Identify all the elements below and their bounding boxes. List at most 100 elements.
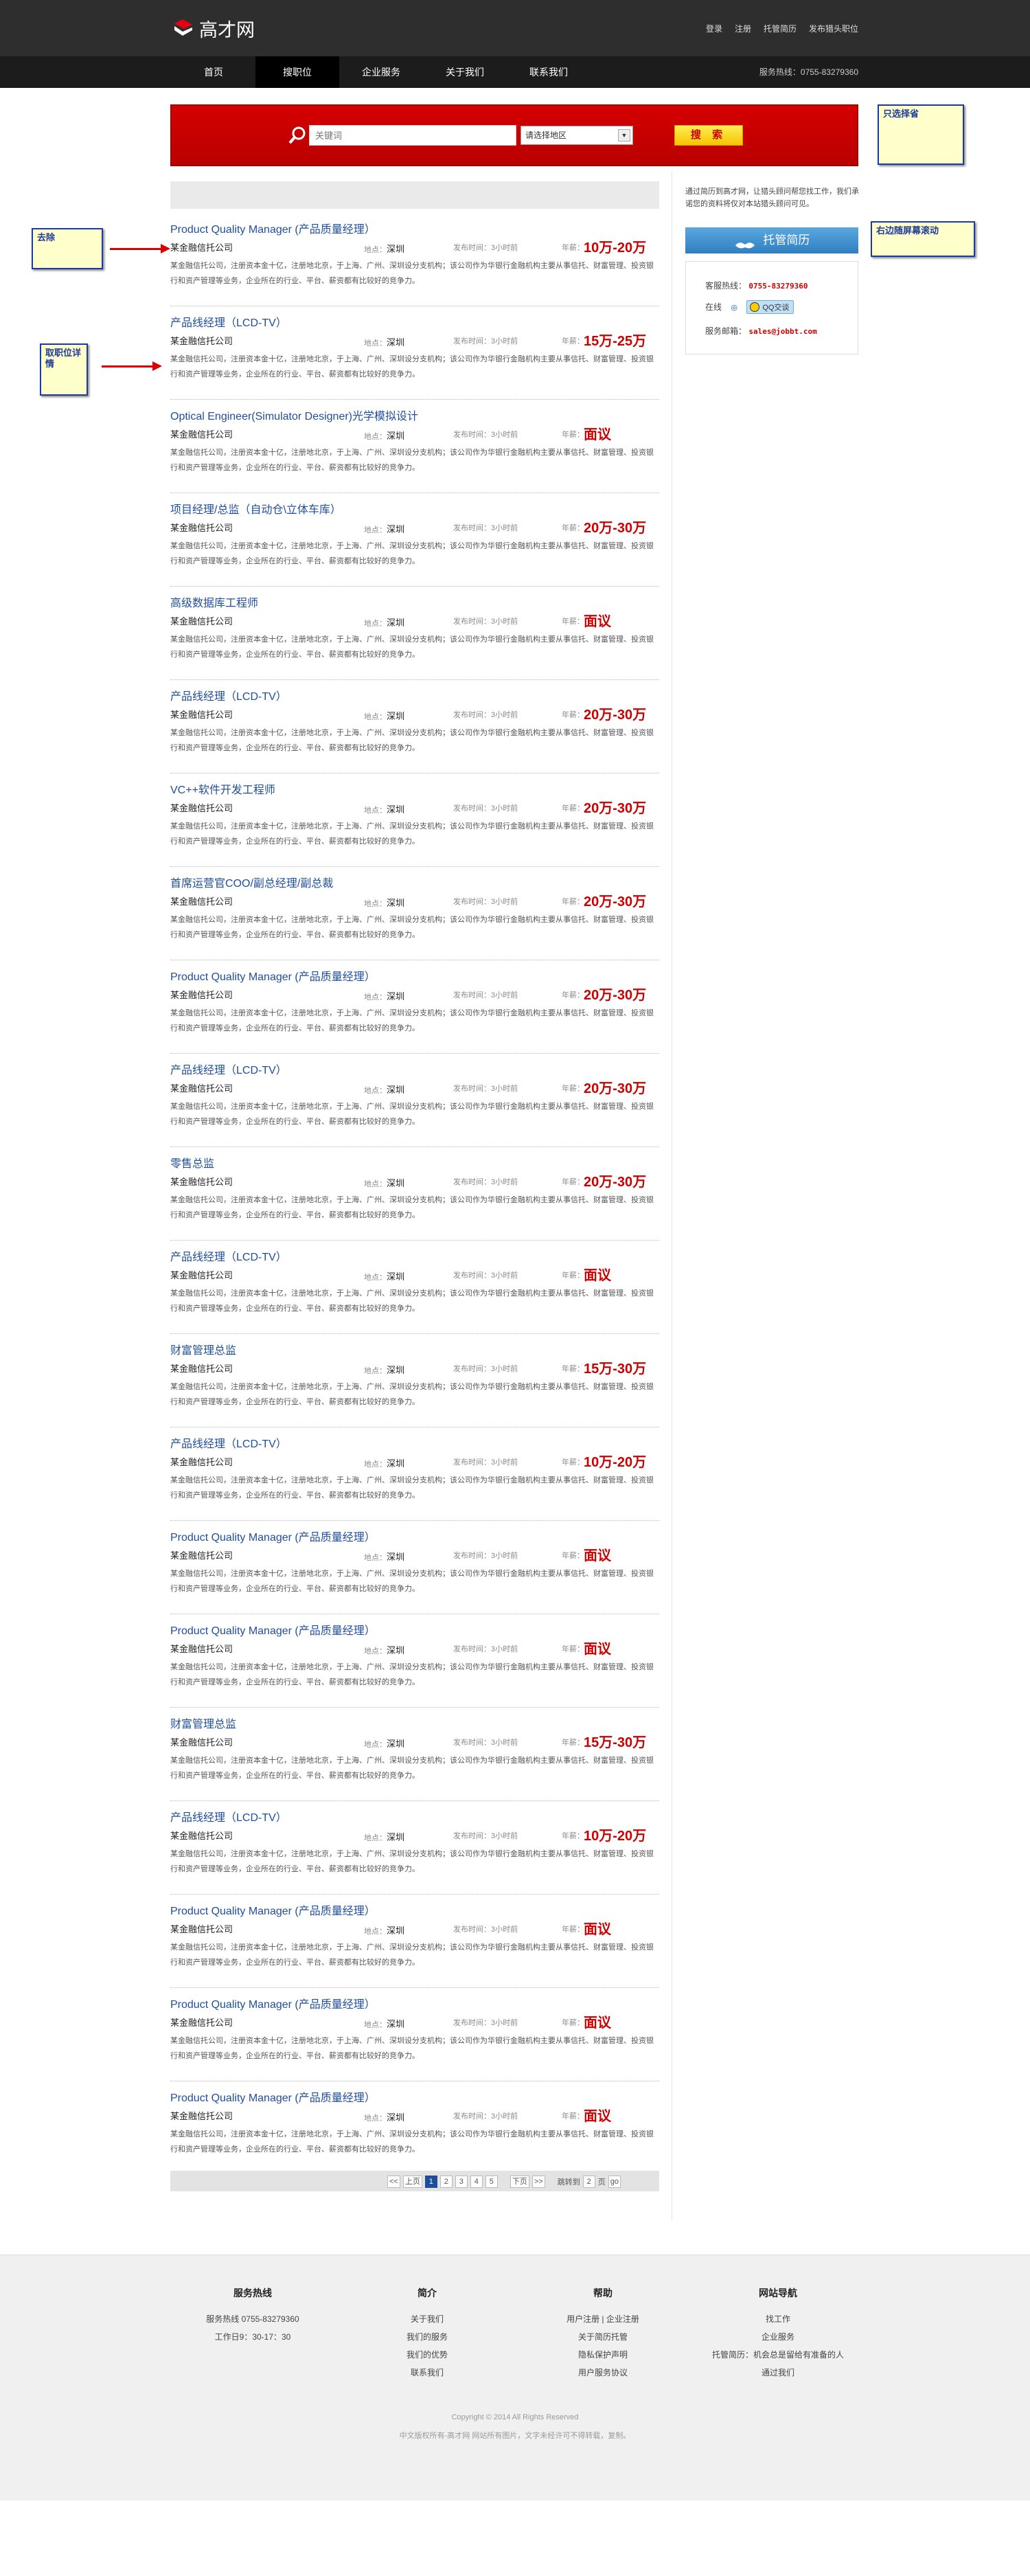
footer-link[interactable]: 托管简历：机会总是留给有准备的人 [687,2346,869,2364]
login-link[interactable]: 登录 [706,23,722,34]
nav-search-jobs[interactable]: 搜职位 [255,56,339,88]
job-location-value: 深圳 [387,1925,405,1936]
footer-col-help: 帮助 用户注册 | 企业注册 关于简历托管 隐私保护声明 用户服务协议 [534,2284,672,2382]
footer-link[interactable]: 我们的服务 [358,2328,496,2346]
pager-page-2[interactable]: 2 [439,2176,453,2188]
job-title-link[interactable]: Product Quality Manager (产品质量经理） [170,1621,376,1638]
nav-home[interactable]: 首页 [172,56,255,88]
site-logo[interactable]: 高才网 [172,16,255,41]
pager-page-5[interactable]: 5 [485,2176,498,2188]
job-title-link[interactable]: Product Quality Manager (产品质量经理） [170,1528,376,1544]
nav-contact[interactable]: 联系我们 [507,56,591,88]
job-salary-label: 年薪： [562,618,584,626]
search-banner: 请选择地区 ▼ 搜 索 [170,104,858,166]
pager-next[interactable]: 下页 [510,2176,529,2188]
footer-link[interactable]: 通过我们 [687,2364,869,2382]
footer-col-title: 简介 [417,2287,437,2298]
footer-link[interactable]: 我们的优势 [358,2346,496,2364]
entrust-resume-button[interactable]: 托管简历 [685,227,858,253]
job-title-link[interactable]: 财富管理总监 [170,1341,236,1357]
job-post-date: 发布时间：3小时前 [453,244,518,252]
job-title-link[interactable]: VC++软件开发工程师 [170,780,275,797]
arrow-job-detail [102,361,162,371]
footer-link[interactable]: 关于简历托管 [534,2328,672,2346]
job-title-link[interactable]: 产品线经理（LCD-TV） [170,1808,287,1824]
nav-enterprise[interactable]: 企业服务 [339,56,423,88]
job-company: 某金融信托公司 [170,523,233,533]
footer-link[interactable]: 用户服务协议 [534,2364,672,2382]
job-location: 地点：深圳 [364,242,404,255]
job-salary-label: 年薪： [562,524,584,532]
job-row: 高级数据库工程师 某金融信托公司 地点：深圳 发布时间：3小时前 年薪： 面议 某金融信托公… [170,587,659,680]
job-post-date: 发布时间：3小时前 [453,1085,518,1093]
qq-chat-button[interactable]: QQ交谈 [746,300,794,314]
job-title-link[interactable]: Product Quality Manager (产品质量经理） [170,220,376,236]
job-title-link[interactable]: 产品线经理（LCD-TV） [170,1434,287,1451]
job-title-link[interactable]: Optical Engineer(Simulator Designer)光学模拟… [170,407,418,423]
pager-go-button[interactable]: go [608,2176,621,2188]
handshake-icon [734,235,756,248]
footer-link[interactable]: 用户注册 | 企业注册 [534,2310,672,2328]
job-title-link[interactable]: 首席运营官COO/副总经理/副总裁 [170,874,333,890]
job-title-link[interactable]: 零售总监 [170,1154,214,1171]
job-company: 某金融信托公司 [170,803,233,813]
nav-about[interactable]: 关于我们 [423,56,507,88]
job-description: 某金融信托公司，注册资本金十亿，注册地北京，于上海、广州、深圳设分支机构；该公司… [170,449,654,472]
job-location-value: 深圳 [387,2112,405,2123]
job-title-link[interactable]: Product Quality Manager (产品质量经理） [170,1901,376,1918]
job-row: 财富管理总监 某金融信托公司 地点：深圳 发布时间：3小时前 年薪： 15万-30万 某金融… [170,1708,659,1801]
footer-link[interactable]: 联系我们 [358,2364,496,2382]
job-description: 某金融信托公司，注册资本金十亿，注册地北京，于上海、广州、深圳设分支机构；该公司… [170,1196,654,1219]
job-description: 某金融信托公司，注册资本金十亿，注册地北京，于上海、广州、深圳设分支机构；该公司… [170,1383,654,1406]
job-title-link[interactable]: 高级数据库工程师 [170,594,258,610]
job-location: 地点：深圳 [364,1830,404,1843]
register-link[interactable]: 注册 [735,23,751,34]
pagination: << 上页 1 2 3 4 5 下页 >> 跳转到 2 页 go [170,2171,659,2191]
job-row: 产品线经理（LCD-TV） 某金融信托公司 地点：深圳 发布时间：3小时前 年薪： 20万… [170,680,659,773]
pager-prev[interactable]: 上页 [402,2176,422,2188]
footer-link[interactable]: 企业服务 [687,2328,869,2346]
job-title-link[interactable]: 产品线经理（LCD-TV） [170,687,287,703]
job-title-link[interactable]: 产品线经理（LCD-TV） [170,1247,287,1264]
job-location: 地点：深圳 [364,1363,404,1376]
job-title-link[interactable]: Product Quality Manager (产品质量经理） [170,2088,376,2105]
job-description: 某金融信托公司，注册资本金十亿，注册地北京，于上海、广州、深圳设分支机构；该公司… [170,1756,654,1780]
email-row: 服务邮箱： sales@jobbt.com [705,325,817,337]
pager-last[interactable]: >> [531,2176,545,2188]
job-location: 地点：深圳 [364,1269,404,1283]
keyword-input[interactable] [309,125,516,146]
pager-page-1[interactable]: 1 [424,2176,437,2188]
main-nav: 首页 搜职位 企业服务 关于我们 联系我们 服务热线：0755-83279360 [0,56,1030,88]
job-title-link[interactable]: 产品线经理（LCD-TV） [170,1061,287,1077]
pager-jump-input[interactable]: 2 [582,2176,595,2188]
host-resume-link[interactable]: 托管简历 [764,23,797,34]
job-title-link[interactable]: 产品线经理（LCD-TV） [170,313,287,330]
job-title-link[interactable]: Product Quality Manager (产品质量经理） [170,1995,376,2011]
job-title-link[interactable]: Product Quality Manager (产品质量经理） [170,967,376,984]
post-job-link[interactable]: 发布猎头职位 [809,23,858,34]
footer-col-intro: 简介 关于我们 我们的服务 我们的优势 联系我们 [358,2284,496,2382]
job-location-label: 地点： [364,620,387,628]
pager-page-4[interactable]: 4 [470,2176,483,2188]
job-location-label: 地点： [364,1554,387,1562]
job-title-link[interactable]: 项目经理/总监（自动仓\立体车库） [170,500,341,517]
job-list: Product Quality Manager (产品质量经理） 某金融信托公司地… [170,213,659,2175]
footer-link[interactable]: 关于我们 [358,2310,496,2328]
nav-hotline: 服务热线：0755-83279360 [759,67,858,77]
list-toolbar [170,181,659,209]
job-location-value: 深圳 [387,711,405,721]
footer-link[interactable]: 找工作 [687,2310,869,2328]
job-post-date: 发布时间：3小时前 [453,1552,518,1560]
footer-link[interactable]: 隐私保护声明 [534,2346,672,2364]
job-location-label: 地点： [364,806,387,815]
city-select[interactable]: 请选择地区 ▼ [520,126,633,145]
pager-page-3[interactable]: 3 [455,2176,468,2188]
footer-hotline: 服务热线 0755-83279360 [206,2314,299,2324]
pager-first[interactable]: << [387,2176,400,2188]
job-title-link[interactable]: 财富管理总监 [170,1715,236,1731]
job-salary-label: 年薪： [562,1178,584,1186]
job-location-value: 深圳 [387,1552,405,1562]
job-location: 地点：深圳 [364,1176,404,1189]
search-button[interactable]: 搜 索 [674,125,743,146]
email-value[interactable]: sales@jobbt.com [748,327,816,336]
